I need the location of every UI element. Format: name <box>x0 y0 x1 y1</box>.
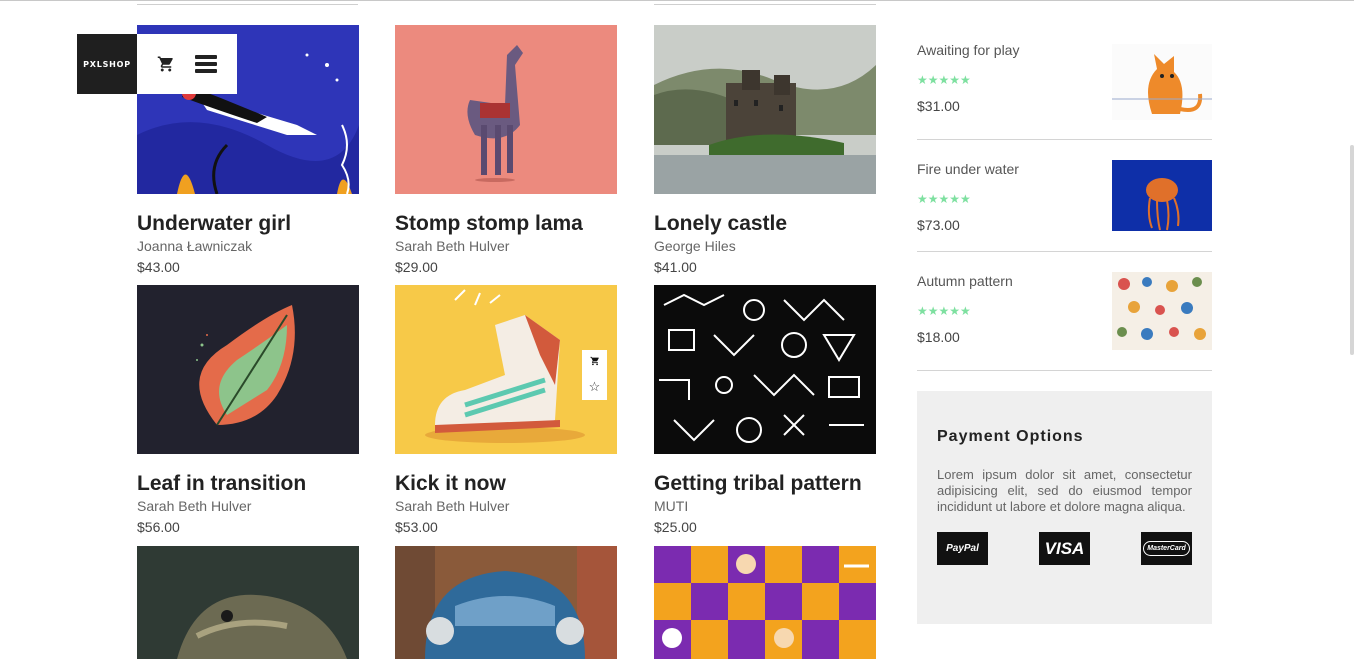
product-title[interactable]: Getting tribal pattern <box>654 472 876 496</box>
product-card[interactable]: Stomp stomp lama Sarah Beth Hulver $29.0… <box>395 25 617 275</box>
payment-options-panel: Payment Options Lorem ipsum dolor sit am… <box>917 391 1212 624</box>
brand-logo[interactable]: PXLSHOP <box>77 34 137 94</box>
product-title[interactable]: Stomp stomp lama <box>395 212 617 236</box>
product-image[interactable] <box>654 25 876 194</box>
product-image[interactable]: ☆ <box>395 285 617 454</box>
product-card[interactable]: ☆ Kick it now Sarah Beth Hulver $53.00 <box>395 285 617 535</box>
visa-logo: VISA <box>1039 532 1090 565</box>
product-author: Sarah Beth Hulver <box>395 498 510 514</box>
sidebar-product-image[interactable] <box>1112 160 1212 231</box>
product-card[interactable] <box>137 546 359 659</box>
payment-description: Lorem ipsum dolor sit amet, consectetur … <box>937 467 1192 514</box>
header-nav <box>137 34 237 94</box>
product-author: Sarah Beth Hulver <box>137 498 252 514</box>
cart-icon[interactable] <box>157 55 175 73</box>
product-quick-actions: ☆ <box>582 350 607 400</box>
sidebar-product-image[interactable] <box>1112 272 1212 350</box>
product-price: $41.00 <box>654 259 697 275</box>
sidebar-product-image[interactable] <box>1112 44 1212 120</box>
product-author: Sarah Beth Hulver <box>395 238 510 254</box>
product-title[interactable]: Underwater girl <box>137 212 359 236</box>
sidebar-divider <box>917 139 1212 140</box>
product-title[interactable]: Kick it now <box>395 472 617 496</box>
column-divider <box>137 4 358 5</box>
scrollbar-thumb[interactable] <box>1350 145 1354 355</box>
brand-logo-text: PXLSHOP <box>83 59 131 69</box>
sidebar-divider <box>917 251 1212 252</box>
product-title[interactable]: Lonely castle <box>654 212 876 236</box>
sidebar-product[interactable]: Autumn pattern ★★★★★ $18.00 <box>917 272 1212 350</box>
sidebar-divider <box>917 370 1212 371</box>
product-image[interactable] <box>395 546 617 659</box>
product-image[interactable] <box>137 546 359 659</box>
product-image[interactable] <box>654 285 876 454</box>
product-price: $56.00 <box>137 519 180 535</box>
product-price: $43.00 <box>137 259 180 275</box>
product-price: $25.00 <box>654 519 697 535</box>
product-price: $53.00 <box>395 519 438 535</box>
product-author: George Hiles <box>654 238 736 254</box>
product-card[interactable]: Lonely castle George Hiles $41.00 <box>654 25 876 275</box>
product-image[interactable] <box>395 25 617 194</box>
product-card[interactable]: Leaf in transition Sarah Beth Hulver $56… <box>137 285 359 535</box>
product-title[interactable]: Leaf in transition <box>137 472 359 496</box>
product-price: $29.00 <box>395 259 438 275</box>
mastercard-logo: MasterCard <box>1141 532 1192 565</box>
product-image[interactable] <box>137 285 359 454</box>
product-card[interactable]: Getting tribal pattern MUTI $25.00 <box>654 285 876 535</box>
payment-title: Payment Options <box>937 428 1084 445</box>
product-author: Joanna Ławniczak <box>137 238 253 254</box>
product-image[interactable] <box>654 546 876 659</box>
cart-icon[interactable] <box>589 355 600 369</box>
sidebar-product[interactable]: Fire under water ★★★★★ $73.00 <box>917 160 1212 233</box>
paypal-logo: PayPal <box>937 532 988 565</box>
product-author: MUTI <box>654 498 689 514</box>
sidebar-product[interactable]: Awaiting for play ★★★★★ $31.00 <box>917 42 1212 120</box>
star-outline-icon[interactable]: ☆ <box>589 379 601 395</box>
top-divider <box>0 0 1354 1</box>
product-card[interactable] <box>654 546 876 659</box>
column-divider <box>654 4 876 5</box>
product-card[interactable] <box>395 546 617 659</box>
page-scrollbar[interactable] <box>1347 0 1354 659</box>
hamburger-menu-icon[interactable] <box>195 54 217 74</box>
payment-logos: PayPal VISA MasterCard <box>937 532 1192 565</box>
